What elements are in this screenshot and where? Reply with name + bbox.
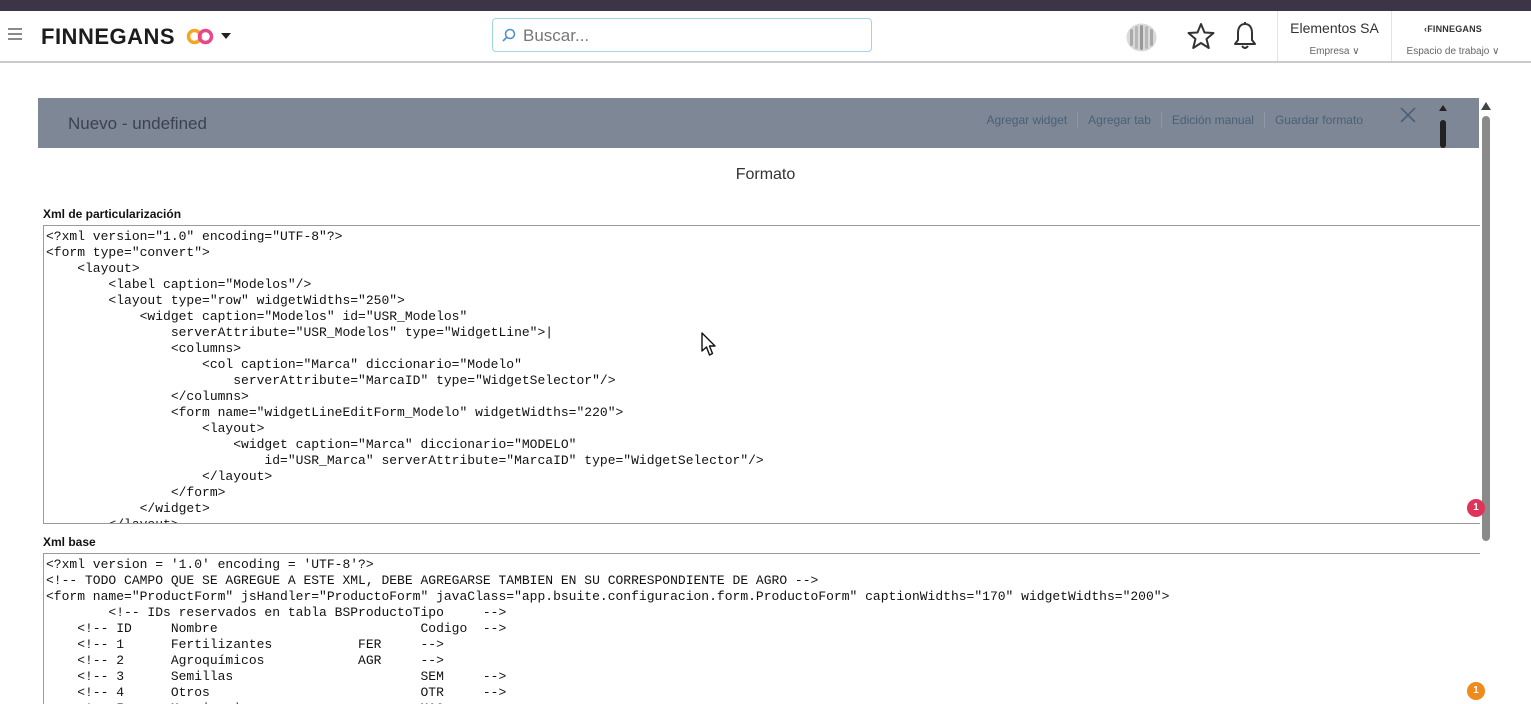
base-xml-label: Xml base xyxy=(43,535,96,549)
error-badge[interactable]: 1 xyxy=(1467,499,1485,517)
custom-xml-label: Xml de particularización xyxy=(43,207,182,221)
search-input[interactable] xyxy=(521,22,865,50)
add-widget-button[interactable]: Agregar widget xyxy=(976,112,1077,128)
search-box[interactable] xyxy=(492,18,872,52)
brand-logo: FINNEGANS xyxy=(41,24,176,49)
brand-co-icon xyxy=(186,28,214,45)
dialog-header: Nuevo - undefined Agregar widget Agregar… xyxy=(38,98,1479,148)
company-name: Elementos SA xyxy=(1290,20,1379,36)
base-xml-content[interactable]: <?xml version = '1.0' encoding = 'UTF-8'… xyxy=(44,554,1480,704)
manual-edit-button[interactable]: Edición manual xyxy=(1160,112,1264,128)
workspace-logo: ‹FINNEGANS xyxy=(1424,24,1482,34)
favorites-star-icon[interactable] xyxy=(1187,22,1215,50)
scroll-up-icon[interactable] xyxy=(1481,102,1491,110)
page-scrollbar[interactable] xyxy=(1480,100,1492,704)
dialog-actions: Agregar widget Agregar tab Edición manua… xyxy=(976,112,1373,128)
base-xml-editor[interactable]: <?xml version = '1.0' encoding = 'UTF-8'… xyxy=(43,553,1480,704)
workspace-selector[interactable]: ‹FINNEGANS Espacio de trabajo ∨ xyxy=(1392,11,1514,61)
custom-xml-content[interactable]: <?xml version="1.0" encoding="UTF-8"?> <… xyxy=(44,226,1480,523)
warning-badge[interactable]: 1 xyxy=(1467,682,1485,700)
company-selector[interactable]: Elementos SA Empresa ∨ xyxy=(1277,11,1392,61)
app-header: FINNEGANS Elementos SA Empresa ∨ ‹FINNEG… xyxy=(0,11,1531,63)
menu-icon[interactable] xyxy=(8,28,22,42)
notifications-bell-icon[interactable] xyxy=(1232,21,1258,51)
custom-xml-editor[interactable]: <?xml version="1.0" encoding="UTF-8"?> <… xyxy=(43,225,1480,524)
assistant-icon[interactable] xyxy=(1125,22,1158,53)
section-heading: Formato xyxy=(735,166,796,183)
dialog-scrollbar[interactable] xyxy=(1438,102,1448,148)
workspace-sub-label: Espacio de trabajo ∨ xyxy=(1406,46,1500,57)
dialog-title: Nuevo - undefined xyxy=(68,114,207,133)
company-sub-label: Empresa ∨ xyxy=(1309,46,1360,57)
search-icon xyxy=(502,28,516,42)
save-format-button[interactable]: Guardar formato xyxy=(1263,112,1373,128)
mouse-cursor-icon xyxy=(701,332,716,356)
add-tab-button[interactable]: Agregar tab xyxy=(1077,112,1161,128)
close-icon[interactable] xyxy=(1400,107,1416,123)
brand-dropdown-icon[interactable] xyxy=(221,33,231,39)
window-top-strip xyxy=(0,0,1531,11)
